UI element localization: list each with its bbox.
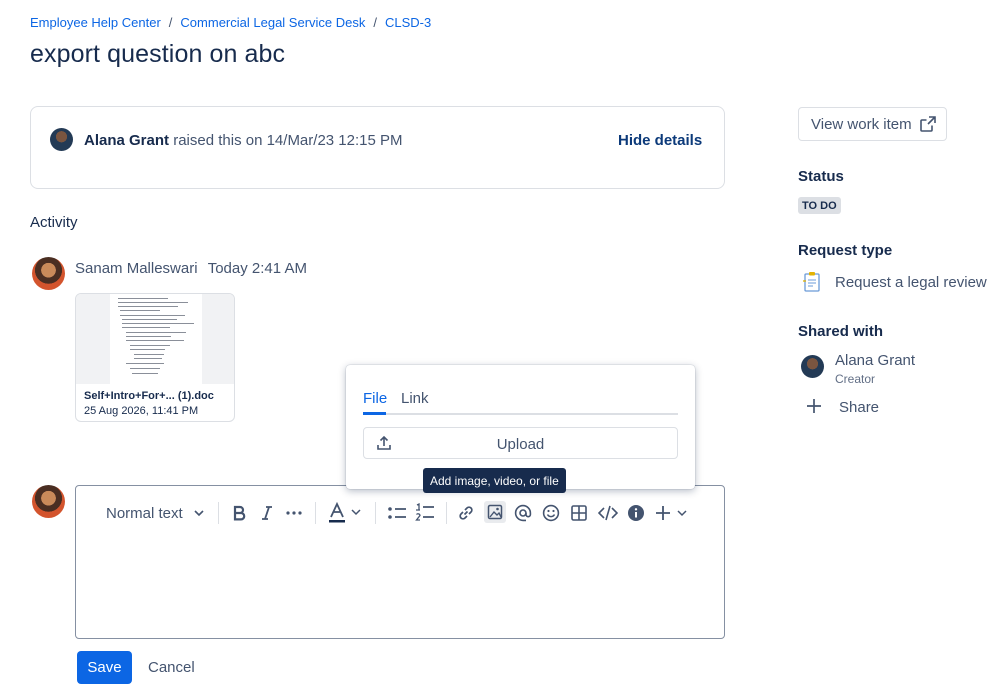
more-formatting-icon[interactable] bbox=[284, 503, 304, 523]
bold-icon[interactable] bbox=[229, 503, 249, 523]
view-work-item-label: View work item bbox=[811, 115, 912, 133]
document-preview bbox=[110, 294, 202, 384]
attachment-date: 25 Aug 2026, 11:41 PM bbox=[84, 405, 199, 417]
numbered-list-icon[interactable] bbox=[414, 501, 436, 523]
shared-user-name: Alana Grant bbox=[835, 352, 916, 369]
comment-author: Sanam Malleswari bbox=[75, 260, 198, 277]
view-work-item-button[interactable]: View work item bbox=[798, 107, 947, 141]
image-tooltip: Add image, video, or file bbox=[423, 468, 566, 493]
mention-icon[interactable] bbox=[513, 503, 533, 523]
reporter-avatar bbox=[50, 128, 73, 151]
table-icon[interactable] bbox=[569, 503, 589, 523]
info-panel-icon[interactable] bbox=[626, 503, 646, 523]
external-link-icon bbox=[919, 116, 936, 132]
shared-user-role: Creator bbox=[835, 372, 876, 386]
emoji-icon[interactable] bbox=[541, 503, 561, 523]
chevron-down-icon bbox=[194, 510, 204, 517]
italic-icon[interactable] bbox=[257, 503, 277, 523]
share-button[interactable]: Share bbox=[839, 399, 879, 416]
breadcrumb: Employee Help Center / Commercial Legal … bbox=[30, 15, 431, 30]
code-icon[interactable] bbox=[597, 503, 619, 523]
breadcrumb-issue-key[interactable]: CLSD-3 bbox=[385, 15, 431, 30]
text-color-icon[interactable] bbox=[326, 502, 364, 524]
upload-label: Upload bbox=[496, 436, 545, 453]
request-type-value: Request a legal review bbox=[835, 274, 987, 291]
active-tab-indicator bbox=[363, 412, 386, 415]
shared-with-heading: Shared with bbox=[798, 323, 884, 340]
comment-author-avatar bbox=[32, 257, 65, 290]
text-style-label: Normal text bbox=[106, 504, 183, 522]
shared-user-avatar bbox=[801, 355, 824, 378]
reporter-name[interactable]: Alana Grant bbox=[84, 132, 169, 149]
breadcrumb-separator: / bbox=[168, 15, 173, 30]
tab-underline bbox=[363, 413, 678, 415]
request-type-heading: Request type bbox=[798, 242, 893, 259]
hide-details-button[interactable]: Hide details bbox=[618, 132, 702, 149]
image-icon[interactable] bbox=[484, 501, 506, 523]
current-user-avatar bbox=[32, 485, 65, 518]
status-heading: Status bbox=[798, 168, 844, 185]
save-button[interactable]: Save bbox=[77, 651, 132, 684]
link-icon[interactable] bbox=[456, 503, 476, 523]
insert-plus-icon[interactable] bbox=[654, 503, 690, 523]
cancel-button[interactable]: Cancel bbox=[148, 659, 195, 676]
upload-button[interactable]: Upload bbox=[363, 427, 678, 459]
tab-link[interactable]: Link bbox=[401, 390, 429, 407]
page-title: export question on abc bbox=[30, 40, 286, 68]
status-badge: TO DO bbox=[798, 197, 841, 214]
breadcrumb-service-desk[interactable]: Commercial Legal Service Desk bbox=[180, 15, 365, 30]
attachment-filename: Self+Intro+For+... (1).doc bbox=[84, 390, 214, 402]
text-style-dropdown[interactable]: Normal text bbox=[106, 504, 205, 522]
breadcrumb-separator: / bbox=[373, 15, 377, 30]
raised-text: raised this on 14/Mar/23 12:15 PM bbox=[173, 132, 403, 149]
tab-file[interactable]: File bbox=[363, 390, 387, 407]
attachment-thumbnail bbox=[76, 294, 234, 384]
activity-heading: Activity bbox=[30, 214, 78, 231]
request-raised-line: Alana Grant raised this on 14/Mar/23 12:… bbox=[84, 132, 403, 149]
request-type-icon bbox=[801, 271, 823, 293]
bullet-list-icon[interactable] bbox=[386, 503, 408, 523]
comment-header: Sanam Malleswari Today 2:41 AM bbox=[75, 260, 307, 277]
attachment-card[interactable]: Self+Intro+For+... (1).doc 25 Aug 2026, … bbox=[75, 293, 235, 422]
breadcrumb-employee-help-center[interactable]: Employee Help Center bbox=[30, 15, 161, 30]
comment-time: Today 2:41 AM bbox=[207, 260, 307, 277]
plus-icon[interactable] bbox=[806, 398, 822, 414]
